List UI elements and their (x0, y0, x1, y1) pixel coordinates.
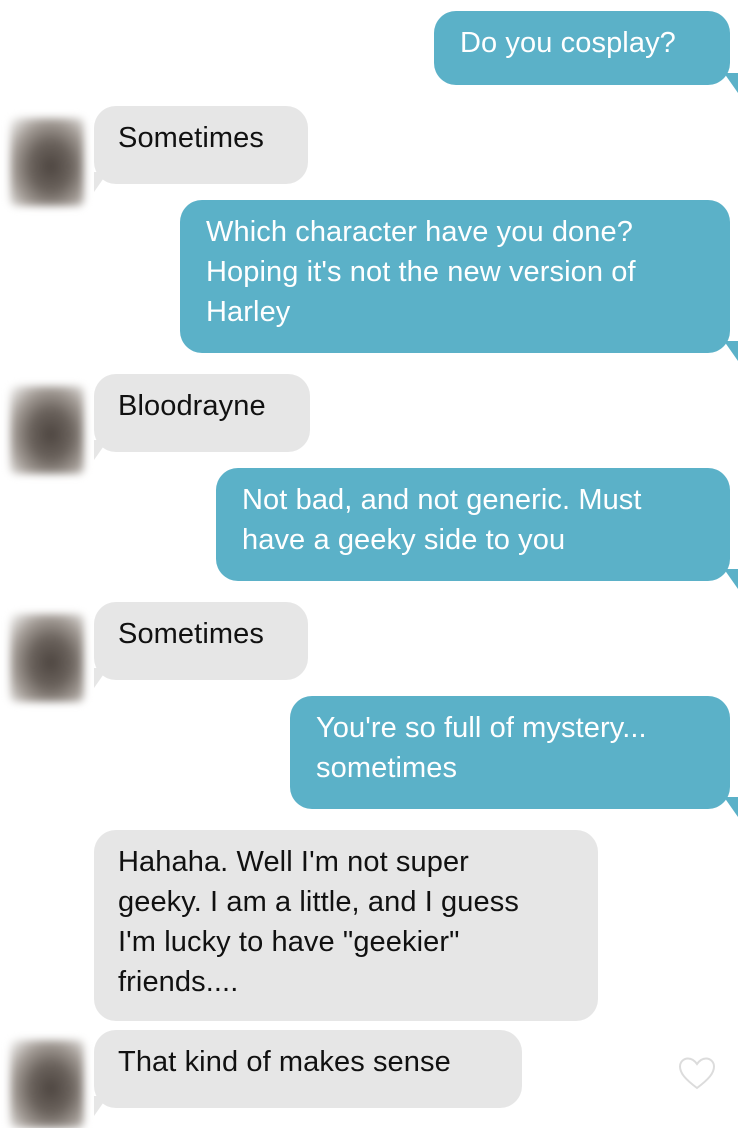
incoming-message-bubble[interactable]: Sometimes (94, 106, 308, 192)
message-text: Not bad, and not generic. Must have a ge… (242, 484, 642, 556)
message-text: Sometimes (118, 618, 264, 650)
bubble-tail (94, 668, 108, 688)
bubble-tail (94, 440, 108, 460)
incoming-message-bubble[interactable]: Hahaha. Well I'm not super geeky. I am a… (94, 830, 598, 1021)
outgoing-message-bubble[interactable]: Which character have you done? Hoping it… (180, 200, 738, 361)
bubble-tail (724, 73, 738, 93)
heart-outline-icon[interactable] (677, 1054, 717, 1094)
bubble-tail (724, 569, 738, 589)
message-text: Do you cosplay? (460, 27, 676, 59)
bubble-tail (94, 172, 108, 192)
outgoing-message-bubble[interactable]: Not bad, and not generic. Must have a ge… (216, 468, 738, 589)
bubble-tail (724, 341, 738, 361)
bubble-tail (724, 797, 738, 817)
message-text: You're so full of mystery... sometimes (316, 712, 647, 784)
message-text: Which character have you done? Hoping it… (206, 216, 636, 328)
message-text: Hahaha. Well I'm not super geeky. I am a… (118, 846, 519, 998)
outgoing-message-bubble[interactable]: Do you cosplay? (434, 11, 738, 93)
bubble-tail (94, 1096, 108, 1116)
outgoing-message-bubble[interactable]: You're so full of mystery... sometimes (290, 696, 738, 817)
incoming-message-bubble[interactable]: Sometimes (94, 602, 308, 688)
contact-avatar[interactable] (10, 614, 84, 702)
incoming-message-bubble[interactable]: Bloodrayne (94, 374, 310, 460)
incoming-message-bubble[interactable]: That kind of makes sense (94, 1030, 522, 1116)
message-text: Sometimes (118, 122, 264, 154)
contact-avatar[interactable] (10, 386, 84, 474)
contact-avatar[interactable] (10, 118, 84, 206)
message-text: Bloodrayne (118, 390, 266, 422)
message-text: That kind of makes sense (118, 1046, 451, 1078)
